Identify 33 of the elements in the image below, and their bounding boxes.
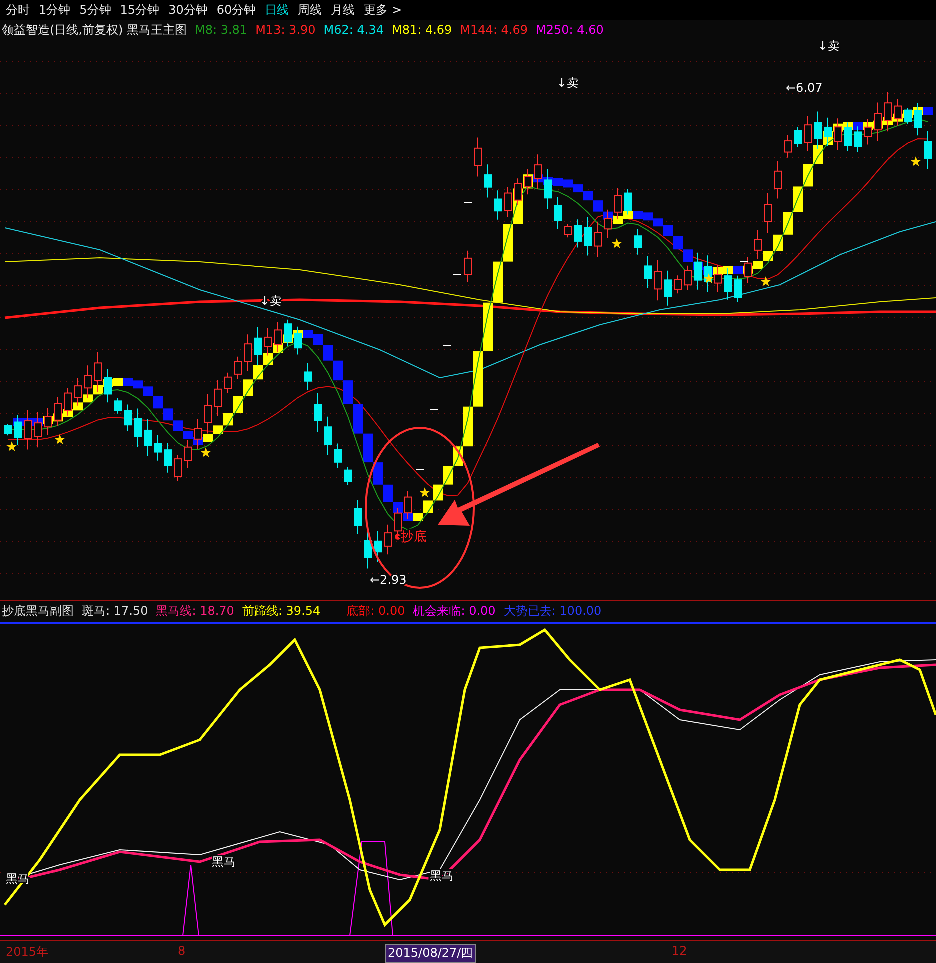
chart-title: 抄底黑马副图 [2,603,74,620]
signal-label: 黑马 [212,855,236,869]
period-tab[interactable]: 周线 [298,2,322,18]
period-tab[interactable]: 分时 [6,2,30,18]
period-tab[interactable]: 60分钟 [216,2,256,18]
chart-annotation: ↓卖 [557,76,580,90]
moving-average-legend: M13: 3.90 [256,23,316,37]
moving-average-legend: M62: 4.34 [324,23,384,37]
chart-annotation: 抄底 [401,530,427,545]
moving-average-legend: M81: 4.69 [392,23,452,37]
period-tab[interactable]: 更多 > [364,2,402,18]
indicator-legend: 大势已去: 100.00 [504,603,602,620]
moving-average-legend: M144: 4.69 [460,23,528,37]
axis-label: 8 [178,944,186,958]
chart-annotation: ←6.07 [786,81,823,95]
indicator-legend: 机会来临: 0.00 [413,603,496,620]
indicator-legend: 前蹄线: 39.54 [242,603,321,620]
axis-label: 12 [672,944,688,958]
cursor-date: 2015/08/27/四 [385,944,476,963]
period-tab[interactable]: 5分钟 [80,2,112,18]
period-tab[interactable]: 30分钟 [168,2,208,18]
indicator-legend: 底部: 0.00 [346,603,406,620]
period-tab[interactable]: 1分钟 [39,2,71,18]
moving-average-legend: M250: 4.60 [536,23,604,37]
chart-title: 领益智造(日线,前复权) 黑马王主图 [2,22,187,38]
chart-annotation: ↓卖 [818,40,840,53]
period-tab[interactable]: 15分钟 [120,2,160,18]
axis-label: 2015年 [6,944,49,961]
moving-average-legend: M8: 3.81 [195,23,248,37]
indicator-legend: 斑马: 17.50 [82,603,148,620]
period-tab[interactable]: 日线 [265,2,290,18]
indicator-legend: 黑马线: 18.70 [156,603,234,620]
period-tab[interactable]: 月线 [331,2,356,18]
